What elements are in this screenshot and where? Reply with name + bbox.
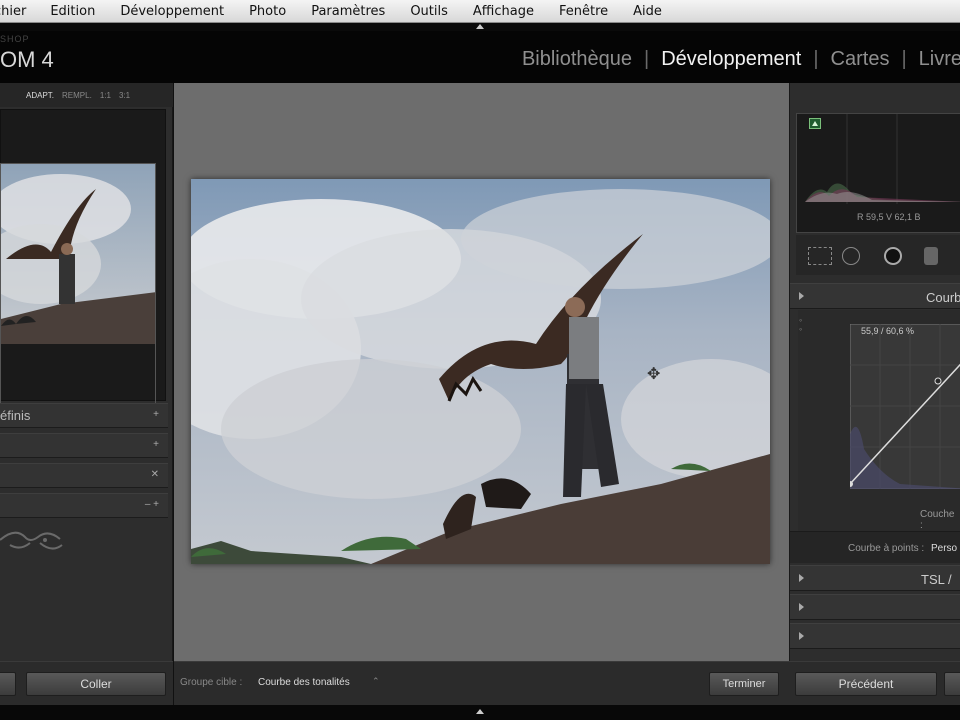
paste-button[interactable]: Coller <box>26 672 166 696</box>
add-icon[interactable]: + <box>153 409 159 420</box>
menu-bar: chier Edition Développement Photo Paramè… <box>0 0 960 23</box>
brand-title: OM 4 <box>0 47 54 72</box>
left-panel: ADAPT. REMPL. 1:1 3:1 éfinis + + ✕ – + <box>0 83 173 661</box>
menu-parametres[interactable]: Paramètres <box>311 4 385 19</box>
snapshots-row[interactable]: + <box>0 433 168 458</box>
right-panel: R 59,5 V 62,1 B Courb ◦ ◦ 55,9 / 60,6 % C… <box>789 83 960 661</box>
history-row[interactable]: ✕ <box>0 463 168 488</box>
menu-photo[interactable]: Photo <box>249 4 286 19</box>
navigator-header: ADAPT. REMPL. 1:1 3:1 <box>0 83 173 107</box>
target-group-label: Groupe cible : <box>180 677 243 688</box>
module-separator: | <box>813 48 819 70</box>
left-bottom-bar: Coller <box>0 661 173 705</box>
collapse-top-panel-icon[interactable] <box>476 24 484 29</box>
zoom-3-1[interactable]: 3:1 <box>119 91 130 100</box>
center-workspace: ✥ <box>174 83 789 661</box>
main-photo[interactable]: ✥ <box>191 179 770 564</box>
navigator-thumbnail[interactable] <box>0 163 156 424</box>
expand-icon <box>799 603 804 611</box>
menu-edition[interactable]: Edition <box>50 4 95 19</box>
expand-icon <box>799 632 804 640</box>
done-button[interactable]: Terminer <box>709 672 779 696</box>
collections-row[interactable]: – + <box>0 493 168 518</box>
previous-button[interactable]: Précédent <box>795 672 937 696</box>
histogram[interactable]: R 59,5 V 62,1 B <box>796 113 960 233</box>
menu-affichage[interactable]: Affichage <box>473 4 534 19</box>
tool-strip <box>796 235 960 275</box>
expand-filmstrip-icon[interactable] <box>476 709 484 714</box>
brand-subtitle: SHOP <box>0 34 30 44</box>
channel-label: Couche : <box>920 509 955 531</box>
module-livres[interactable]: Livres <box>919 48 960 71</box>
identity-plate: SHOP OM 4 Bibliothèque | Développement |… <box>0 31 960 83</box>
graduated-filter-icon[interactable] <box>924 247 938 265</box>
detail-header[interactable] <box>790 623 960 649</box>
zoom-fill[interactable]: REMPL. <box>62 91 92 100</box>
tsl-title: TSL / <box>921 572 952 587</box>
module-bibliotheque[interactable]: Bibliothèque <box>522 48 632 71</box>
point-curve-select[interactable]: Perso <box>931 543 957 554</box>
target-group-select[interactable]: Courbe des tonalités <box>258 677 350 688</box>
tone-curve-title: Courb <box>926 290 960 305</box>
menu-fichier[interactable]: chier <box>0 4 26 19</box>
curve-readout: 55,9 / 60,6 % <box>861 326 915 336</box>
panel-end-ornament-icon <box>0 525 70 561</box>
reset-button[interactable] <box>944 672 960 696</box>
copy-button[interactable] <box>0 672 16 696</box>
histogram-readout: R 59,5 V 62,1 B <box>857 212 921 222</box>
tsl-header[interactable]: TSL / <box>790 565 960 591</box>
presets-label: éfinis <box>0 408 31 423</box>
expand-icon <box>799 574 804 582</box>
clear-icon[interactable]: ✕ <box>151 469 159 480</box>
menu-aide[interactable]: Aide <box>633 4 662 19</box>
zoom-1-1[interactable]: 1:1 <box>100 91 111 100</box>
module-separator: | <box>901 48 907 70</box>
red-eye-icon[interactable] <box>884 247 902 265</box>
tone-curve-editor[interactable]: ◦ ◦ 55,9 / 60,6 % <box>798 310 960 535</box>
presets-row[interactable]: éfinis + <box>0 403 168 428</box>
point-curve-label: Courbe à points : <box>848 543 925 554</box>
dropdown-arrow-icon[interactable]: ⌃ <box>372 676 380 687</box>
crop-tool-icon[interactable] <box>808 247 832 265</box>
menu-developpement[interactable]: Développement <box>120 4 224 19</box>
module-developpement[interactable]: Développement <box>661 48 801 71</box>
spot-removal-icon[interactable] <box>842 247 860 265</box>
menu-fenetre[interactable]: Fenêtre <box>559 4 608 19</box>
svg-text:✥: ✥ <box>647 364 660 383</box>
expand-icon <box>799 292 804 300</box>
module-picker: Bibliothèque | Développement | Cartes | … <box>522 48 960 71</box>
module-cartes[interactable]: Cartes <box>831 48 890 71</box>
add-icon[interactable]: + <box>153 439 159 450</box>
right-bottom-bar: Précédent <box>789 661 960 705</box>
zoom-fit[interactable]: ADAPT. <box>26 91 54 100</box>
tone-curve-header[interactable]: Courb <box>790 283 960 309</box>
target-adjust-icon[interactable]: ◦ ◦ <box>799 316 805 338</box>
toolbar: Groupe cible : Courbe des tonalités ⌃ Te… <box>174 661 789 705</box>
point-curve-row: Courbe à points : Perso <box>790 531 960 563</box>
module-separator: | <box>644 48 650 70</box>
split-toning-header[interactable] <box>790 594 960 620</box>
add-remove-icons[interactable]: – + <box>145 499 159 510</box>
menu-outils[interactable]: Outils <box>410 4 448 19</box>
